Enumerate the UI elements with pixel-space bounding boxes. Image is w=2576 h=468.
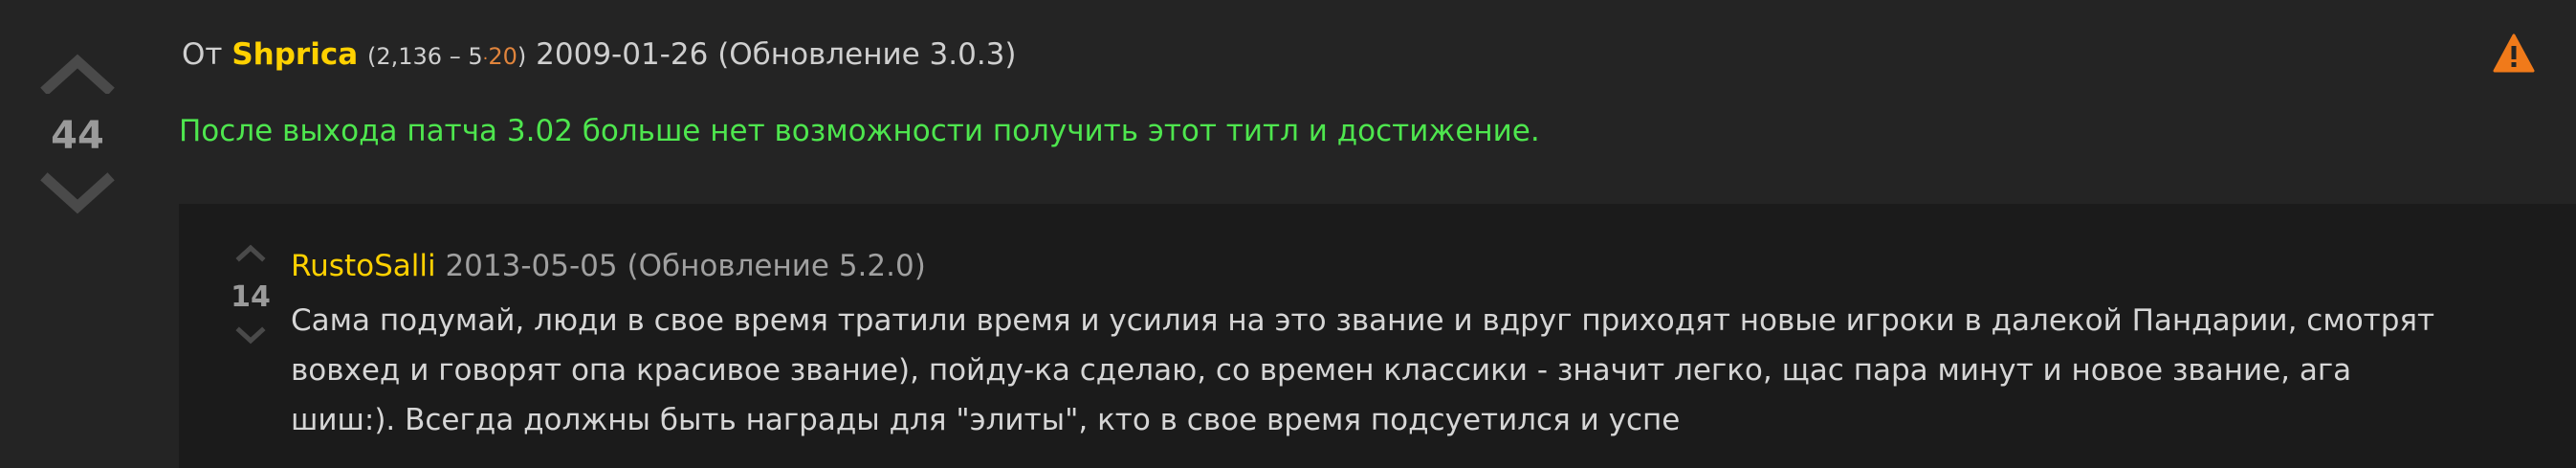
chevron-up-icon[interactable] xyxy=(34,50,121,98)
warning-icon[interactable] xyxy=(2493,33,2535,75)
comment: 44 От Shprica (2,136 – 5·20) 2009-01-26 … xyxy=(0,0,2576,468)
reply-line: вовхед и говорят опа красивое звание), п… xyxy=(291,353,2352,388)
comment-vote-panel: 44 xyxy=(34,50,121,220)
rep-close: ) xyxy=(517,43,527,70)
reply: 14 RustoSalli 2013-05-05 (Обновление 5.2… xyxy=(179,204,2576,468)
chevron-down-icon[interactable] xyxy=(217,324,284,353)
badge-level: 5 xyxy=(468,43,483,70)
reply-score: 14 xyxy=(231,280,271,314)
reply-date: 2013-05-05 xyxy=(445,249,618,283)
comment-prefix: От xyxy=(182,37,223,72)
reply-header: RustoSalli 2013-05-05 (Обновление 5.2.0) xyxy=(291,246,926,286)
comment-score: 44 xyxy=(51,114,104,158)
rep-separator: – xyxy=(449,43,461,70)
comment-author-link[interactable]: Shprica xyxy=(231,37,358,72)
badge-count: 20 xyxy=(488,43,517,70)
reply-line: Сама подумай, люди в свое время тратили … xyxy=(291,303,2435,338)
author-reputation: (2,136 – 5·20) xyxy=(367,43,526,70)
comment-patch: (Обновление 3.0.3) xyxy=(717,37,1017,72)
reply-body: Сама подумай, люди в свое время тратили … xyxy=(291,296,2548,445)
chevron-up-icon[interactable] xyxy=(217,238,284,267)
reply-vote-panel: 14 xyxy=(217,238,284,353)
rep-open: ( xyxy=(366,43,377,70)
reply-patch: (Обновление 5.2.0) xyxy=(627,249,926,283)
comment-date: 2009-01-26 xyxy=(536,37,709,72)
reply-author-link[interactable]: RustoSalli xyxy=(291,249,436,283)
reply-line: шиш:). Всегда должны быть награды для "э… xyxy=(291,403,1681,437)
reputation-value: 2,136 xyxy=(376,43,443,70)
comment-header: От Shprica (2,136 – 5·20) 2009-01-26 (Об… xyxy=(182,34,1017,79)
chevron-down-icon[interactable] xyxy=(34,172,121,220)
comment-body: После выхода патча 3.02 больше нет возмо… xyxy=(179,114,1540,148)
